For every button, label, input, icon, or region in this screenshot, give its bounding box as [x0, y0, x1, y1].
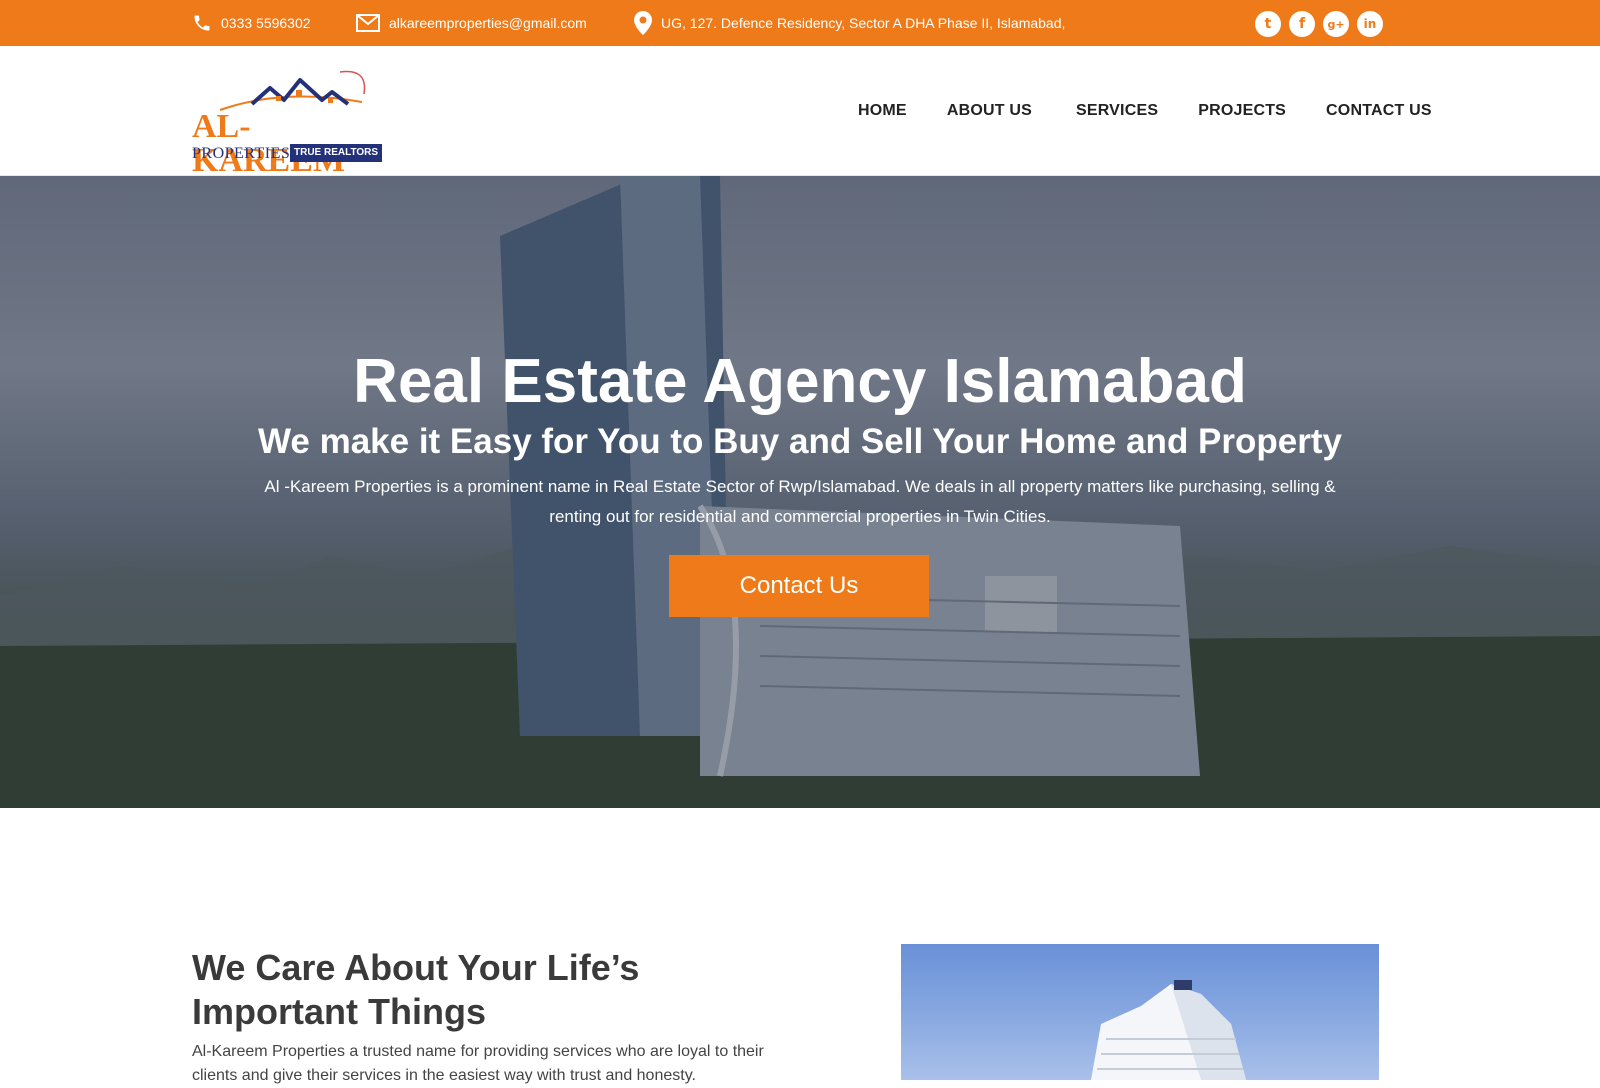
phone-icon	[192, 13, 212, 33]
social-links: t f g+ in	[1255, 11, 1383, 37]
nav-about-us[interactable]: ABOUT US	[947, 102, 1032, 120]
site-logo[interactable]: AL-KAREEM PROPERTIES TRUE REALTORS	[192, 58, 390, 178]
hero-title: Real Estate Agency Islamabad	[353, 347, 1247, 416]
house-roof-icon	[219, 70, 366, 111]
logo-badge: TRUE REALTORS	[290, 144, 383, 162]
address-contact: UG, 127. Defence Residency, Sector A DHA…	[634, 0, 1065, 46]
nav-services[interactable]: SERVICES	[1076, 102, 1158, 120]
nav-projects[interactable]: PROJECTS	[1198, 102, 1286, 120]
top-contact-bar: 0333 5596302 alkareemproperties@gmail.co…	[0, 0, 1600, 46]
contact-us-button[interactable]: Contact Us	[669, 555, 929, 617]
email-address: alkareemproperties@gmail.com	[389, 15, 587, 31]
about-title: We Care About Your Life’s Important Thin…	[192, 947, 640, 1032]
phone-contact[interactable]: 0333 5596302	[192, 0, 311, 46]
google-plus-icon[interactable]: g+	[1323, 11, 1349, 37]
twitter-icon[interactable]: t	[1255, 11, 1281, 37]
mail-icon	[356, 14, 380, 32]
building-image	[901, 944, 1379, 1080]
site-header: AL-KAREEM PROPERTIES TRUE REALTORS HOME …	[0, 46, 1600, 178]
hero-banner: Real Estate Agency Islamabad We make it …	[0, 176, 1600, 808]
about-text: Al-Kareem Properties a trusted name for …	[192, 1043, 764, 1084]
nav-contact-us[interactable]: CONTACT US	[1326, 102, 1432, 120]
linkedin-icon[interactable]: in	[1357, 11, 1383, 37]
main-nav: HOME ABOUT US SERVICES PROJECTS CONTACT …	[858, 46, 1472, 176]
map-pin-icon	[634, 11, 652, 35]
hero-subtitle: We make it Easy for You to Buy and Sell …	[258, 422, 1342, 461]
logo-subtitle: PROPERTIES	[192, 145, 291, 162]
address-text: UG, 127. Defence Residency, Sector A DHA…	[661, 15, 1066, 31]
nav-home[interactable]: HOME	[858, 102, 907, 120]
phone-number: 0333 5596302	[221, 15, 311, 31]
hero-description: Al -Kareem Properties is a prominent nam…	[264, 477, 1336, 526]
apartment-building-graphic	[1091, 980, 1246, 1080]
email-contact[interactable]: alkareemproperties@gmail.com	[356, 0, 587, 46]
facebook-icon[interactable]: f	[1289, 11, 1315, 37]
